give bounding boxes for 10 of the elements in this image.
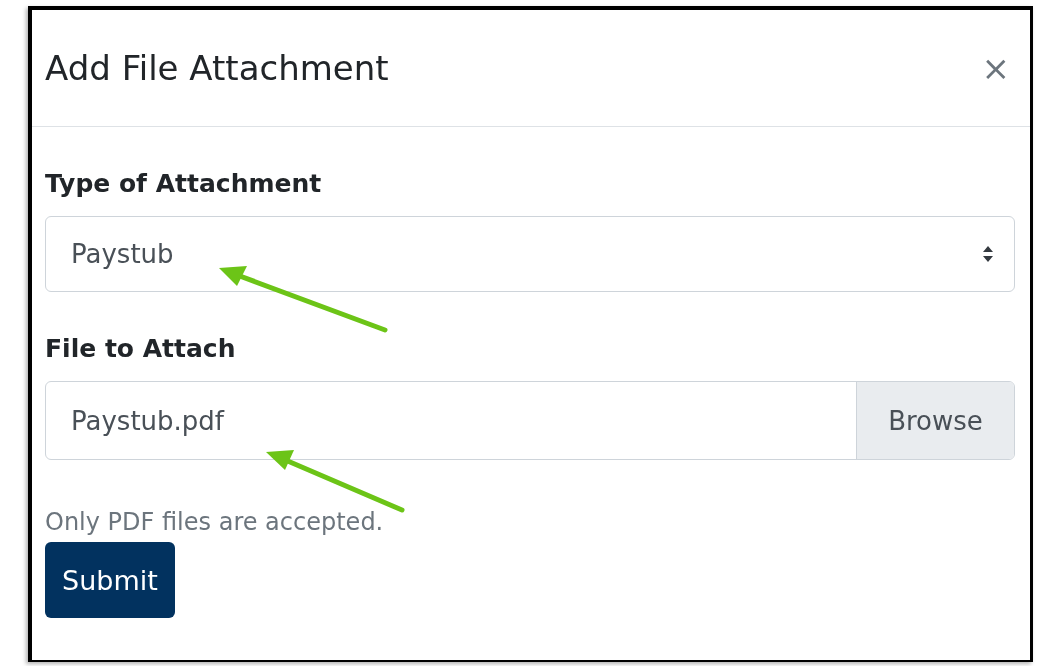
file-input-field[interactable]: Paystub.pdf Browse <box>45 381 1015 460</box>
dialog-title: Add File Attachment <box>45 48 389 88</box>
browse-button[interactable]: Browse <box>856 382 1014 459</box>
close-button[interactable]: × <box>981 48 1010 88</box>
submit-button[interactable]: Submit <box>45 542 175 618</box>
help-text: Only PDF files are accepted. <box>45 508 384 536</box>
attachment-type-select[interactable]: Paystub <box>45 216 1015 292</box>
field-label: Type of Attachment <box>45 169 322 198</box>
sort-caret-icon <box>982 245 994 263</box>
field-label: File to Attach <box>45 334 236 363</box>
